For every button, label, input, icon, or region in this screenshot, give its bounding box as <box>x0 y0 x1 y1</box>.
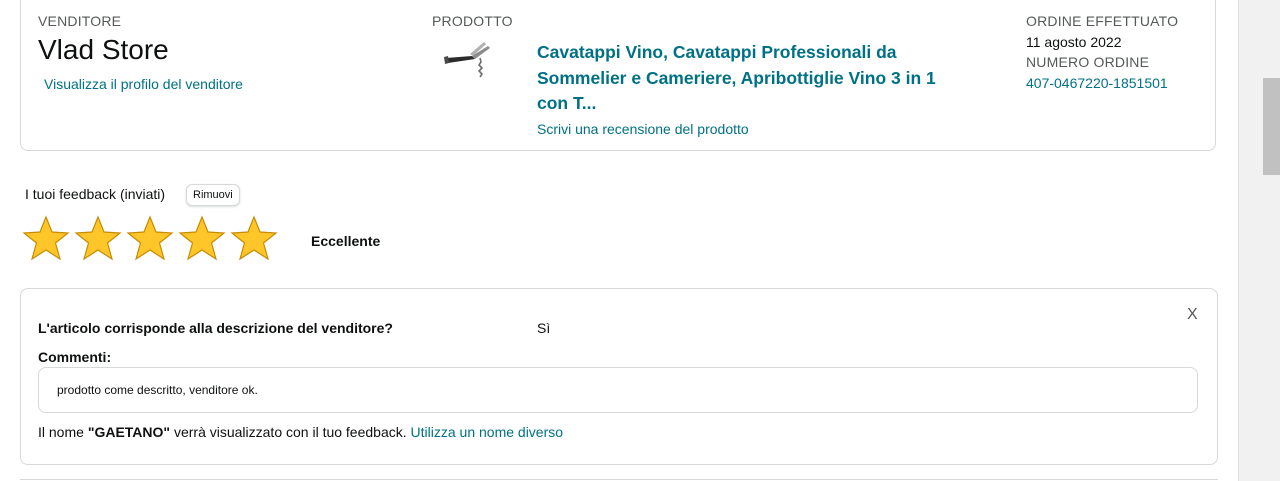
order-number-label: NUMERO ORDINE <box>1026 54 1150 70</box>
product-title-link[interactable]: Cavatappi Vino, Cavatappi Professionali … <box>537 40 957 117</box>
feedback-page: VENDITORE Vlad Store Visualizza il profi… <box>0 0 1280 481</box>
use-different-name-link[interactable]: Utilizza un nome diverso <box>411 424 564 440</box>
star-icon[interactable] <box>22 215 70 263</box>
name-suffix: verrà visualizzato con il tuo feedback. <box>170 424 411 440</box>
comment-text: prodotto come descritto, venditore ok. <box>57 383 258 397</box>
scrollbar-divider <box>1238 0 1239 481</box>
name-prefix: Il nome <box>38 424 88 440</box>
star-icon[interactable] <box>178 215 226 263</box>
star-icon[interactable] <box>126 215 174 263</box>
star-icon[interactable] <box>230 215 278 263</box>
description-match-question: L'articolo corrisponde alla descrizione … <box>38 320 393 336</box>
remove-feedback-button[interactable]: Rimuovi <box>186 184 240 206</box>
display-name-line: Il nome "GAETANO" verrà visualizzato con… <box>38 424 563 440</box>
display-name: "GAETANO" <box>87 424 171 440</box>
star-rating[interactable] <box>22 215 282 263</box>
product-label: PRODOTTO <box>432 13 513 29</box>
rating-text: Eccellente <box>311 233 381 249</box>
scrollbar-thumb[interactable] <box>1263 78 1280 175</box>
seller-name: Vlad Store <box>38 34 169 65</box>
order-placed-label: ORDINE EFFETTUATO <box>1026 13 1179 29</box>
seller-label: VENDITORE <box>38 13 122 29</box>
star-icon[interactable] <box>74 215 122 263</box>
order-date: 11 agosto 2022 <box>1026 34 1122 50</box>
feedback-label: I tuoi feedback (inviati) <box>25 186 166 202</box>
corkscrew-image[interactable] <box>442 40 494 82</box>
description-match-answer: Sì <box>537 320 551 336</box>
seller-profile-link[interactable]: Visualizza il profilo del venditore <box>44 76 243 92</box>
scrollbar-track[interactable] <box>1238 0 1280 481</box>
order-number-link[interactable]: 407-0467220-1851501 <box>1026 75 1168 91</box>
comments-label: Commenti: <box>38 349 112 365</box>
comment-field: prodotto come descritto, venditore ok. <box>38 367 1198 413</box>
write-review-link[interactable]: Scrivi una recensione del prodotto <box>537 121 749 137</box>
close-icon[interactable]: X <box>1187 306 1198 324</box>
